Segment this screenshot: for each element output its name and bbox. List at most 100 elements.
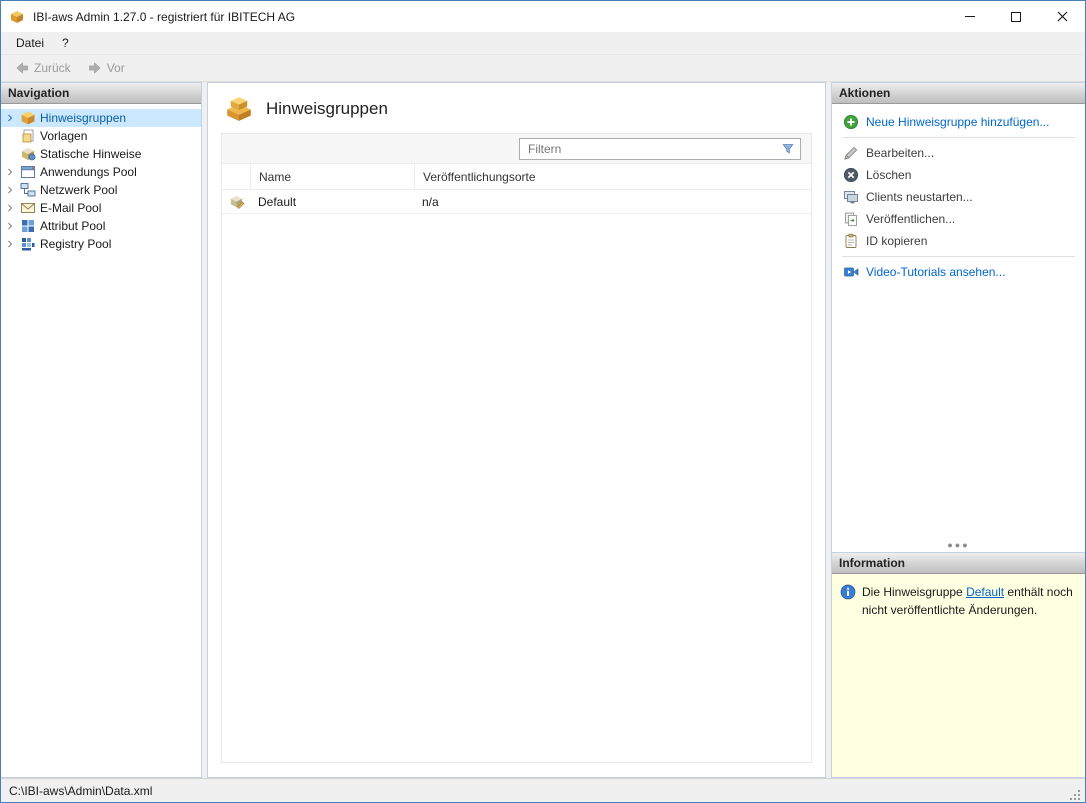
column-header-name[interactable]: Name bbox=[250, 164, 414, 189]
panel-splitter-handle[interactable]: ●●● bbox=[832, 540, 1085, 552]
app-window: IBI-aws Admin 1.27.0 - registriert für I… bbox=[0, 0, 1086, 803]
back-button-label: Zurück bbox=[34, 61, 71, 75]
notice-group-icon bbox=[229, 194, 244, 209]
forward-button[interactable]: Vor bbox=[80, 57, 132, 79]
actions-separator bbox=[842, 256, 1075, 257]
back-button[interactable]: Zurück bbox=[7, 57, 78, 79]
menu-datei[interactable]: Datei bbox=[7, 33, 53, 53]
delete-icon bbox=[843, 167, 859, 183]
restart-clients-icon bbox=[843, 189, 859, 205]
action-label: Löschen bbox=[866, 168, 911, 182]
table-row[interactable]: Default n/a bbox=[222, 190, 811, 214]
chevron-right-icon[interactable] bbox=[4, 186, 16, 194]
actions-separator bbox=[842, 137, 1075, 138]
information-text: Die Hinweisgruppe Default enthält noch n… bbox=[862, 583, 1077, 619]
column-header-veroeffentlichungsorte[interactable]: Veröffentlichungsorte bbox=[414, 164, 811, 189]
chevron-right-icon[interactable] bbox=[4, 168, 16, 176]
action-label: Clients neustarten... bbox=[866, 190, 973, 204]
action-edit[interactable]: Bearbeiten... bbox=[832, 142, 1085, 164]
maximize-icon bbox=[1011, 12, 1021, 22]
right-column: Aktionen Neue Hinweisgruppe hinzufügen..… bbox=[831, 82, 1085, 778]
nav-item-label: Anwendungs Pool bbox=[40, 165, 137, 179]
nav-item-hinweisgruppen[interactable]: Hinweisgruppen bbox=[1, 109, 201, 127]
action-add-notice-group[interactable]: Neue Hinweisgruppe hinzufügen... bbox=[832, 111, 1085, 133]
nav-item-attribut-pool[interactable]: Attribut Pool bbox=[1, 217, 201, 235]
navigation-tree: Hinweisgruppen Vorlagen Statische Hinwei… bbox=[1, 104, 201, 253]
row-veroeffentlichungsorte-cell: n/a bbox=[414, 190, 811, 213]
filter-funnel-icon[interactable] bbox=[781, 142, 795, 156]
nav-item-netzwerk-pool[interactable]: Netzwerk Pool bbox=[1, 181, 201, 199]
edit-icon bbox=[843, 145, 859, 161]
notice-groups-icon bbox=[20, 110, 36, 126]
resize-grip[interactable] bbox=[1068, 788, 1082, 802]
window-controls bbox=[947, 1, 1085, 32]
main-panel: Hinweisgruppen Name Veröffentlichungsort… bbox=[207, 82, 826, 778]
forward-arrow-icon bbox=[87, 60, 103, 76]
nav-item-label: Vorlagen bbox=[40, 129, 87, 143]
statusbar: C:\IBI-aws\Admin\Data.xml bbox=[1, 778, 1085, 802]
statusbar-path: C:\IBI-aws\Admin\Data.xml bbox=[9, 784, 152, 798]
action-copy-id[interactable]: ID kopieren bbox=[832, 230, 1085, 252]
action-label: Bearbeiten... bbox=[866, 146, 934, 160]
nav-item-email-pool[interactable]: E-Mail Pool bbox=[1, 199, 201, 217]
main-header: Hinweisgruppen bbox=[208, 83, 825, 133]
filter-input[interactable] bbox=[522, 142, 781, 156]
chevron-right-icon[interactable] bbox=[4, 204, 16, 212]
action-video-tutorials[interactable]: Video-Tutorials ansehen... bbox=[832, 261, 1085, 283]
video-icon bbox=[843, 264, 859, 280]
info-default-link[interactable]: Default bbox=[966, 585, 1004, 599]
info-text-before: Die Hinweisgruppe bbox=[862, 585, 966, 599]
actions-header: Aktionen bbox=[832, 83, 1085, 104]
information-body: Die Hinweisgruppe Default enthält noch n… bbox=[832, 574, 1085, 777]
action-delete[interactable]: Löschen bbox=[832, 164, 1085, 186]
close-button[interactable] bbox=[1039, 1, 1085, 32]
menu-help[interactable]: ? bbox=[53, 33, 78, 53]
action-publish[interactable]: Veröffentlichen... bbox=[832, 208, 1085, 230]
menubar: Datei ? bbox=[1, 32, 1085, 55]
chevron-right-icon[interactable] bbox=[4, 114, 16, 122]
titlebar: IBI-aws Admin 1.27.0 - registriert für I… bbox=[1, 1, 1085, 32]
maximize-button[interactable] bbox=[993, 1, 1039, 32]
registry-pool-icon bbox=[20, 236, 36, 252]
toolbar: Zurück Vor bbox=[1, 55, 1085, 82]
copy-id-icon bbox=[843, 233, 859, 249]
network-pool-icon bbox=[20, 182, 36, 198]
chevron-right-icon[interactable] bbox=[4, 240, 16, 248]
action-label: ID kopieren bbox=[866, 234, 927, 248]
app-icon bbox=[9, 8, 27, 26]
back-arrow-icon bbox=[14, 60, 30, 76]
action-label: Video-Tutorials ansehen... bbox=[866, 265, 1005, 279]
nav-item-statische-hinweise[interactable]: Statische Hinweise bbox=[1, 145, 201, 163]
action-label: Neue Hinweisgruppe hinzufügen... bbox=[866, 115, 1049, 129]
publish-icon bbox=[843, 211, 859, 227]
action-restart-clients[interactable]: Clients neustarten... bbox=[832, 186, 1085, 208]
actions-panel: Aktionen Neue Hinweisgruppe hinzufügen..… bbox=[831, 82, 1085, 553]
templates-icon bbox=[20, 128, 36, 144]
notice-groups-icon bbox=[224, 96, 254, 122]
attribute-pool-icon bbox=[20, 218, 36, 234]
actions-list: Neue Hinweisgruppe hinzufügen... Bearbei… bbox=[832, 104, 1085, 283]
nav-item-registry-pool[interactable]: Registry Pool bbox=[1, 235, 201, 253]
application-pool-icon bbox=[20, 164, 36, 180]
filter-row bbox=[222, 134, 811, 164]
information-header: Information bbox=[832, 553, 1085, 574]
nav-item-label: E-Mail Pool bbox=[40, 201, 101, 215]
column-header-icon[interactable] bbox=[222, 164, 250, 189]
nav-item-label: Netzwerk Pool bbox=[40, 183, 117, 197]
info-icon bbox=[840, 584, 856, 600]
nav-item-label: Hinweisgruppen bbox=[40, 111, 126, 125]
nav-item-label: Registry Pool bbox=[40, 237, 111, 251]
chevron-right-icon[interactable] bbox=[4, 222, 16, 230]
nav-item-label: Attribut Pool bbox=[40, 219, 105, 233]
add-icon bbox=[843, 114, 859, 130]
row-name-cell: Default bbox=[250, 190, 414, 213]
action-label: Veröffentlichen... bbox=[866, 212, 955, 226]
email-pool-icon bbox=[20, 200, 36, 216]
content-area: Navigation Hinweisgruppen Vorlagen Stati… bbox=[1, 82, 1085, 778]
nav-item-vorlagen[interactable]: Vorlagen bbox=[1, 127, 201, 145]
filter-box bbox=[519, 138, 801, 160]
notice-groups-list: Name Veröffentlichungsorte Default n/a bbox=[221, 133, 812, 763]
nav-item-anwendungs-pool[interactable]: Anwendungs Pool bbox=[1, 163, 201, 181]
minimize-button[interactable] bbox=[947, 1, 993, 32]
information-panel: Information Die Hinweisgruppe Default en… bbox=[831, 553, 1085, 778]
